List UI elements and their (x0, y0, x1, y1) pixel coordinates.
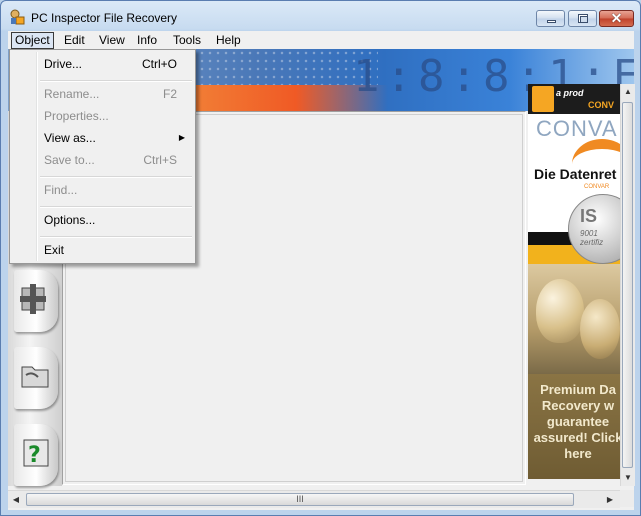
menu-help[interactable]: Help (213, 33, 244, 48)
object-menu-dropdown: Drive... Ctrl+O Rename... F2 Properties.… (9, 49, 196, 264)
app-icon (10, 9, 25, 25)
menu-item-label: Properties... (44, 109, 109, 123)
scroll-grip: III (296, 494, 304, 504)
submenu-arrow-icon: ▶ (178, 133, 185, 142)
iso-cert: zertifiz (580, 238, 604, 247)
minimize-button[interactable] (536, 10, 565, 27)
menu-item-properties[interactable]: Properties... (12, 106, 193, 126)
ad-brand-small: CONV (588, 100, 615, 110)
horizontal-scrollbar[interactable]: ◀ III ▶ (8, 490, 620, 508)
menu-separator (40, 206, 192, 208)
convar-logo (532, 86, 554, 112)
title-bar[interactable]: PC Inspector File Recovery ✕ (1, 1, 640, 31)
menu-item-view-as[interactable]: View as... ▶ (12, 128, 193, 148)
help-button[interactable]: ? (14, 424, 58, 486)
vertical-scroll-thumb[interactable] (622, 102, 633, 468)
iso-number: 9001 (580, 229, 598, 238)
menu-item-shortcut: F2 (162, 87, 177, 101)
add-drive-button[interactable] (14, 270, 58, 332)
svg-text:?: ? (28, 443, 41, 468)
menu-separator (40, 176, 192, 178)
menu-item-find[interactable]: Find... (12, 180, 193, 200)
help-icon: ? (23, 439, 49, 468)
menu-item-shortcut: Ctrl+O (141, 57, 177, 71)
add-drive-icon (20, 284, 46, 314)
size-grip[interactable] (620, 490, 634, 507)
menu-item-shortcut: Ctrl+S (143, 153, 177, 167)
menu-item-exit[interactable]: Exit (12, 240, 193, 260)
vertical-scrollbar[interactable]: ▲ ▼ (620, 84, 635, 486)
folder-open-icon (21, 366, 49, 388)
maximize-button[interactable] (568, 10, 597, 27)
ad-text[interactable]: Premium Da Recovery w guarantee assured!… (528, 382, 620, 462)
ad-egg-graphic (536, 279, 584, 343)
scroll-left-icon[interactable]: ◀ (8, 491, 24, 508)
menu-item-save-to[interactable]: Save to... Ctrl+S (12, 150, 193, 170)
menu-item-label: Options... (44, 213, 96, 227)
menu-item-label: Save to... (44, 153, 95, 167)
menu-edit[interactable]: Edit (61, 33, 88, 48)
horizontal-scroll-thumb[interactable]: III (26, 493, 574, 506)
menu-item-label: Rename... (44, 87, 100, 101)
window-title: PC Inspector File Recovery (31, 11, 178, 25)
ad-headline: Die Datenret (534, 166, 617, 182)
ad-sub: CONVAR (584, 184, 610, 190)
scroll-down-icon[interactable]: ▼ (621, 470, 635, 486)
close-icon: ✕ (610, 10, 623, 26)
advertisement-panel[interactable]: a prod CONV CONVA Die Datenret CONVAR IS… (528, 84, 620, 479)
menu-item-options[interactable]: Options... (12, 210, 193, 230)
menu-view[interactable]: View (96, 33, 128, 48)
menu-object[interactable]: Object (11, 32, 54, 49)
scroll-up-icon[interactable]: ▲ (621, 84, 635, 100)
menu-tools[interactable]: Tools (170, 33, 204, 48)
menu-item-label: View as... (44, 131, 96, 145)
open-folder-button[interactable] (14, 347, 58, 409)
menu-separator (40, 236, 192, 238)
menu-bar: Object Edit View Info Tools Help (8, 31, 634, 49)
ad-tagline: a prod (556, 88, 584, 98)
menu-item-label: Exit (44, 243, 65, 257)
close-button[interactable]: ✕ (599, 10, 634, 27)
scroll-right-icon[interactable]: ▶ (602, 491, 618, 508)
menu-item-label: Drive... (44, 57, 83, 71)
ad-egg-graphic-2 (580, 299, 620, 359)
menu-item-rename[interactable]: Rename... F2 (12, 84, 193, 104)
minimize-icon (547, 20, 556, 23)
ad-brand: CONVA (536, 116, 618, 141)
menu-item-drive[interactable]: Drive... Ctrl+O (12, 54, 193, 74)
app-window: PC Inspector File Recovery ✕ Object Edit… (0, 0, 641, 516)
menu-info[interactable]: Info (134, 33, 160, 48)
restore-icon (578, 14, 588, 23)
menu-separator (40, 80, 192, 82)
iso-sublabel: 9001 zertifiz (580, 229, 603, 247)
menu-item-label: Find... (44, 183, 78, 197)
iso-label: IS (580, 206, 598, 226)
